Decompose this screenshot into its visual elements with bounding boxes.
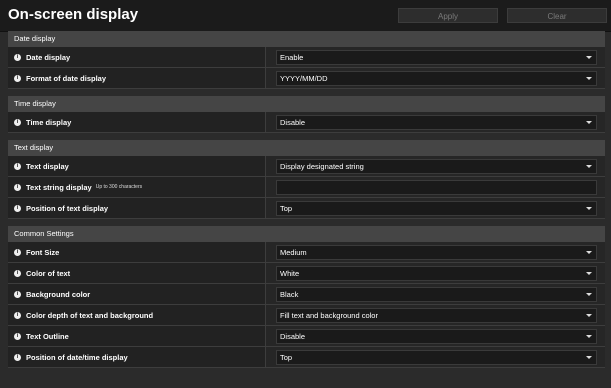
select-value: Top: [280, 203, 293, 213]
row-label: Color of text: [26, 268, 71, 278]
row-text-display: i Text display Display designated string: [8, 156, 605, 177]
row-label: Color depth of text and background: [26, 310, 154, 320]
info-icon[interactable]: i: [14, 118, 21, 126]
row-label: Text display: [26, 161, 69, 171]
chevron-down-icon: [586, 76, 592, 80]
background-color-select[interactable]: Black: [276, 286, 597, 302]
chevron-down-icon: [586, 55, 592, 59]
row-color-depth: i Color depth of text and background Fil…: [8, 305, 605, 326]
row-background-color: i Background color Black: [8, 284, 605, 305]
row-label: Background color: [26, 289, 91, 299]
chevron-down-icon: [586, 334, 592, 338]
char-limit-hint: Up to 300 characters: [95, 184, 143, 190]
apply-button[interactable]: Apply: [398, 8, 498, 23]
chevron-down-icon: [586, 250, 592, 254]
date-format-select[interactable]: YYYY/MM/DD: [276, 70, 597, 86]
info-icon[interactable]: i: [14, 353, 21, 361]
text-color-select[interactable]: White: [276, 265, 597, 281]
font-size-select[interactable]: Medium: [276, 244, 597, 260]
row-label: Date display: [26, 52, 71, 62]
text-outline-select[interactable]: Disable: [276, 328, 597, 344]
select-value: Medium: [280, 247, 307, 257]
select-value: YYYY/MM/DD: [280, 73, 328, 83]
info-icon[interactable]: i: [14, 53, 21, 61]
select-value: Display designated string: [280, 161, 364, 171]
row-label: Text Outline: [26, 331, 69, 341]
row-text-position: i Position of text display Top: [8, 198, 605, 219]
text-string-input[interactable]: [276, 179, 597, 195]
select-value: Disable: [280, 331, 306, 341]
row-date-display: i Date display Enable: [8, 47, 605, 68]
date-display-select[interactable]: Enable: [276, 49, 597, 65]
row-text-color: i Color of text White: [8, 263, 605, 284]
row-font-size: i Font Size Medium: [8, 242, 605, 263]
row-time-display: i Time display Disable: [8, 112, 605, 133]
chevron-down-icon: [586, 292, 592, 296]
info-icon[interactable]: i: [14, 332, 21, 340]
row-text-string: i Text string display Up to 300 characte…: [8, 177, 605, 198]
select-value: White: [280, 268, 300, 278]
section-date-display: Date display: [8, 31, 605, 47]
info-icon[interactable]: i: [14, 74, 21, 82]
info-icon[interactable]: i: [14, 269, 21, 277]
text-display-select[interactable]: Display designated string: [276, 158, 597, 174]
section-time-display: Time display: [8, 96, 605, 112]
info-icon[interactable]: i: [14, 162, 21, 170]
row-date-format: i Format of date display YYYY/MM/DD: [8, 68, 605, 89]
info-icon[interactable]: i: [14, 183, 21, 191]
chevron-down-icon: [586, 164, 592, 168]
chevron-down-icon: [586, 206, 592, 210]
color-depth-select[interactable]: Fill text and background color: [276, 307, 597, 323]
select-value: Top: [280, 352, 293, 362]
info-icon[interactable]: i: [14, 311, 21, 319]
page-title: On-screen display: [8, 6, 139, 23]
row-label: Position of text display: [26, 203, 109, 213]
row-label: Format of date display: [26, 73, 107, 83]
chevron-down-icon: [586, 271, 592, 275]
chevron-down-icon: [586, 120, 592, 124]
settings-content: Date display i Date display Enable i For…: [8, 31, 605, 368]
row-label: Time display: [26, 117, 72, 127]
row-label: Font Size: [26, 247, 60, 257]
info-icon[interactable]: i: [14, 248, 21, 256]
section-common-settings: Common Settings: [8, 226, 605, 242]
chevron-down-icon: [586, 355, 592, 359]
time-display-select[interactable]: Disable: [276, 114, 597, 130]
select-value: Disable: [280, 117, 306, 127]
row-label: Position of date/time display: [26, 352, 128, 362]
select-value: Fill text and background color: [280, 310, 378, 320]
clear-button[interactable]: Clear: [507, 8, 607, 23]
info-icon[interactable]: i: [14, 290, 21, 298]
section-text-display: Text display: [8, 140, 605, 156]
datetime-position-select[interactable]: Top: [276, 349, 597, 365]
on-screen-display-page: On-screen display Apply Clear Date displ…: [0, 0, 611, 388]
row-text-outline: i Text Outline Disable: [8, 326, 605, 347]
header-bar: On-screen display Apply Clear: [0, 0, 611, 32]
select-value: Enable: [280, 52, 304, 62]
info-icon[interactable]: i: [14, 204, 21, 212]
select-value: Black: [280, 289, 299, 299]
chevron-down-icon: [586, 313, 592, 317]
row-label: Text string display: [26, 182, 92, 192]
text-position-select[interactable]: Top: [276, 200, 597, 216]
row-datetime-position: i Position of date/time display Top: [8, 347, 605, 368]
